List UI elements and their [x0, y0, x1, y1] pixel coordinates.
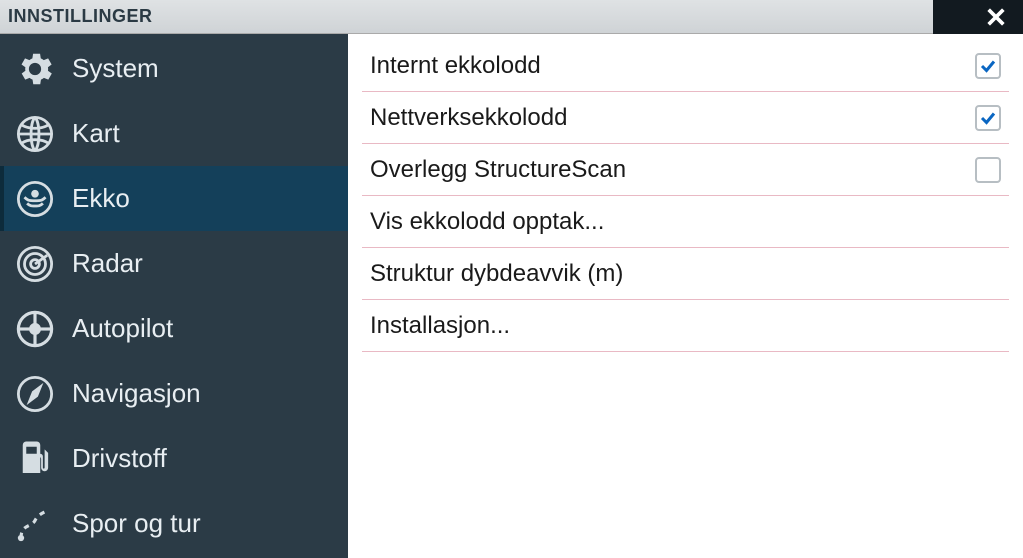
wheel-icon [12, 306, 58, 352]
row-internt-ekkolodd[interactable]: Internt ekkolodd [362, 40, 1009, 92]
row-label: Overlegg StructureScan [370, 156, 626, 184]
row-overlegg-structurescan[interactable]: Overlegg StructureScan [362, 144, 1009, 196]
row-label: Struktur dybdeavvik (m) [370, 260, 623, 288]
checkbox-overlegg[interactable] [975, 157, 1001, 183]
sidebar: System Kart Ekko Radar Autopilot [0, 34, 348, 558]
sidebar-item-autopilot[interactable]: Autopilot [0, 296, 348, 361]
sidebar-item-drivstoff[interactable]: Drivstoff [0, 426, 348, 491]
close-icon [979, 0, 1013, 34]
main-area: System Kart Ekko Radar Autopilot [0, 34, 1023, 558]
sidebar-item-spor[interactable]: Spor og tur [0, 491, 348, 556]
gear-icon [12, 46, 58, 92]
content-panel: Internt ekkolodd Nettverksekkolodd Overl… [348, 34, 1023, 558]
sidebar-item-label: Drivstoff [72, 443, 167, 474]
close-button[interactable] [933, 0, 1023, 34]
track-icon [12, 501, 58, 547]
page-title: INNSTILLINGER [0, 6, 153, 27]
sidebar-item-label: Kart [72, 118, 120, 149]
sidebar-item-label: System [72, 53, 159, 84]
fuel-icon [12, 436, 58, 482]
sidebar-item-label: Ekko [72, 183, 130, 214]
sidebar-item-label: Radar [72, 248, 143, 279]
row-label: Nettverksekkolodd [370, 104, 567, 132]
sonar-icon [12, 176, 58, 222]
row-label: Installasjon... [370, 312, 510, 340]
sidebar-item-ekko[interactable]: Ekko [0, 166, 348, 231]
sidebar-item-label: Navigasjon [72, 378, 201, 409]
checkbox-nettverk[interactable] [975, 105, 1001, 131]
row-vis-opptak[interactable]: Vis ekkolodd opptak... [362, 196, 1009, 248]
row-label: Internt ekkolodd [370, 52, 541, 80]
globe-icon [12, 111, 58, 157]
sidebar-item-navigasjon[interactable]: Navigasjon [0, 361, 348, 426]
row-struktur-dybdeavvik[interactable]: Struktur dybdeavvik (m) [362, 248, 1009, 300]
header-bar: INNSTILLINGER [0, 0, 1023, 34]
row-label: Vis ekkolodd opptak... [370, 208, 604, 236]
sidebar-item-kart[interactable]: Kart [0, 101, 348, 166]
sidebar-item-label: Spor og tur [72, 508, 201, 539]
compass-icon [12, 371, 58, 417]
radar-icon [12, 241, 58, 287]
checkbox-internt[interactable] [975, 53, 1001, 79]
sidebar-item-radar[interactable]: Radar [0, 231, 348, 296]
row-nettverksekkolodd[interactable]: Nettverksekkolodd [362, 92, 1009, 144]
sidebar-item-system[interactable]: System [0, 36, 348, 101]
row-installasjon[interactable]: Installasjon... [362, 300, 1009, 352]
sidebar-item-label: Autopilot [72, 313, 173, 344]
